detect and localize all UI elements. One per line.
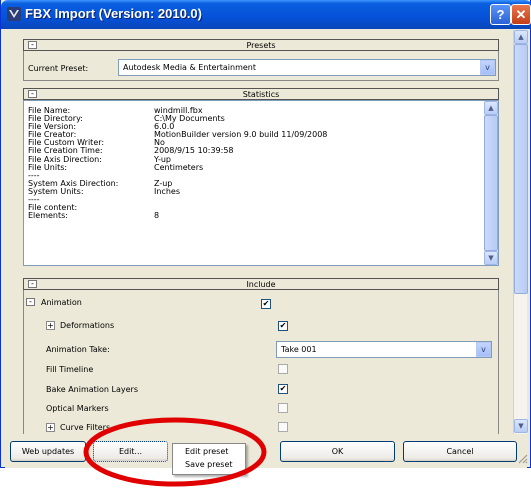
- annotation-circle: [83, 417, 267, 487]
